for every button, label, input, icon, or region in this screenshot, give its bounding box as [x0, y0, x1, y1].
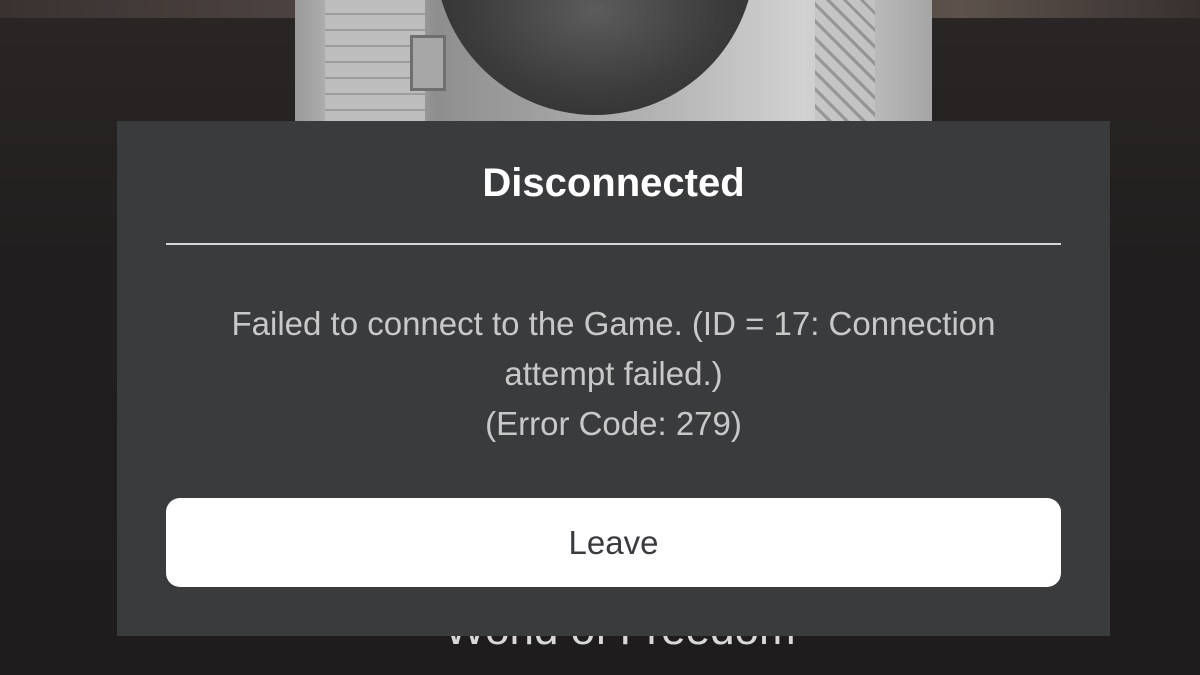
game-screen: World of Freedom Disconnected Failed to … — [0, 0, 1200, 675]
thumbnail-tower — [815, 0, 875, 125]
thumbnail-character — [435, 0, 755, 115]
dialog-message-line: Failed to connect to the Game. (ID = 17:… — [231, 305, 996, 342]
dialog-message: Failed to connect to the Game. (ID = 17:… — [166, 299, 1061, 449]
dialog-title: Disconnected — [482, 161, 745, 205]
thumbnail-window — [410, 35, 446, 91]
dialog-error-code: (Error Code: 279) — [485, 405, 742, 442]
leave-button[interactable]: Leave — [166, 498, 1061, 587]
dialog-message-line: attempt failed.) — [504, 355, 723, 392]
disconnected-dialog: Disconnected Failed to connect to the Ga… — [117, 121, 1110, 636]
game-thumbnail-image — [295, 0, 932, 125]
dialog-divider — [166, 243, 1061, 245]
